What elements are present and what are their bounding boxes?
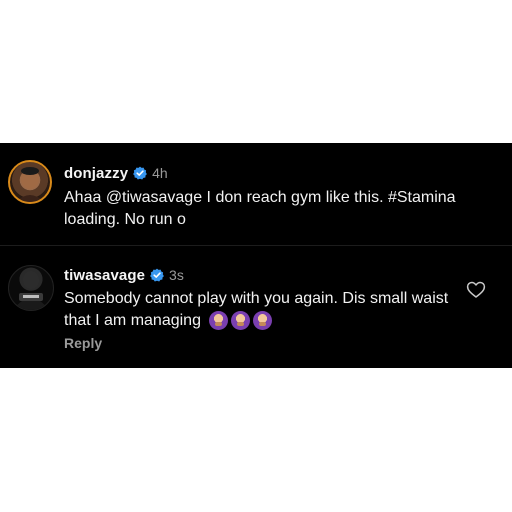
comment-timestamp: 3s [169,267,184,283]
verified-badge-icon [133,166,148,180]
woman-shrugging-emoji [209,311,229,331]
comment-timestamp: 4h [152,165,168,181]
comment-item: donjazzy 4h Ahaa @tiwasavage I don reach… [0,143,512,245]
comment-text: Ahaa @tiwasavage I don reach gym like th… [64,189,456,228]
comment-text-container: Somebody cannot play with you again. Dis… [64,288,464,332]
reply-button[interactable]: Reply [64,335,102,351]
woman-shrugging-emoji [231,311,251,331]
screenshot-canvas: donjazzy 4h Ahaa @tiwasavage I don reach… [0,0,512,512]
username[interactable]: tiwasavage [64,267,145,284]
profile-photo-orange-ring-icon [16,167,44,202]
verified-badge-icon [150,268,164,282]
username[interactable]: donjazzy [64,165,128,182]
avatar[interactable] [8,265,54,311]
avatar[interactable] [8,160,52,204]
emoji-group [209,311,273,331]
heart-outline-icon[interactable] [466,280,486,300]
profile-photo-icon [13,271,49,310]
comments-panel: donjazzy 4h Ahaa @tiwasavage I don reach… [0,143,512,368]
comment-divider [0,245,512,246]
comment-header: tiwasavage 3s [64,265,184,285]
comment-item: tiwasavage 3s Somebody cannot play with … [0,247,512,368]
woman-shrugging-emoji [253,311,273,331]
comment-header: donjazzy 4h [64,163,168,183]
